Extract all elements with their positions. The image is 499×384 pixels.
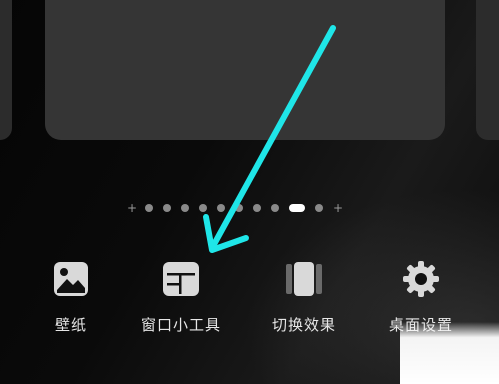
annotation-arrow [203, 25, 336, 253]
